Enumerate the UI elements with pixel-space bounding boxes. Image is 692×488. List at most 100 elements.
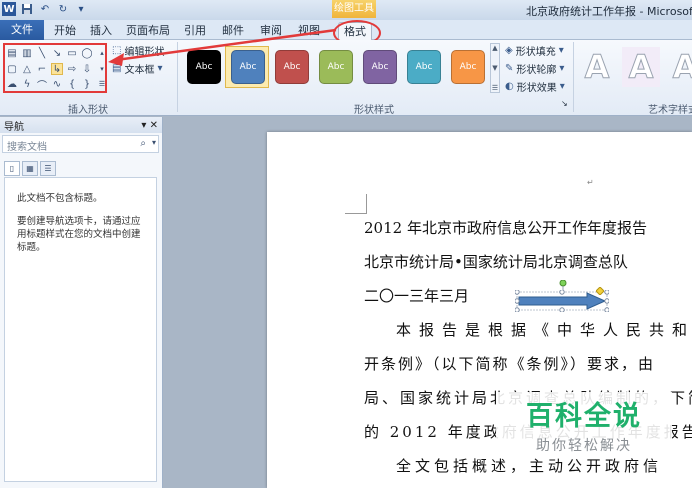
left-brace-shape-icon[interactable]: { [66,78,78,90]
swatch-text: Abc [415,62,433,72]
tab-page-layout[interactable]: 页面布局 [126,22,170,40]
chevron-down-icon[interactable]: ▾ [141,120,146,131]
group-divider [177,42,178,112]
oval-shape-icon[interactable]: ◯ [81,47,93,59]
tab-home[interactable]: 开始 [52,22,78,40]
gallery-more-icon[interactable]: ☰ [96,78,108,90]
swatch-text: Abc [239,62,257,72]
style-swatch-black[interactable]: Abc [187,50,221,84]
doc-author-line[interactable]: 北京市统计局•国家统计局北京调查总队 [364,251,628,272]
nav-search-input[interactable]: 搜索文档 ⌕ ▾ [2,135,159,153]
inserted-arrow-shape[interactable] [515,290,609,312]
doc-body-line[interactable]: 开条例》（以下简称《条例》）要求，由 [364,353,655,374]
tab-insert[interactable]: 插入 [88,22,114,40]
shape-effects-button[interactable]: ◐ 形状效果 ▾ [505,79,565,94]
chevron-down-icon: ▾ [559,63,565,74]
nav-title: 导航 [4,121,24,133]
doc-date-line[interactable]: 二〇一三年三月 [364,285,469,306]
more-icon[interactable]: ☰ [492,84,498,92]
scroll-down-icon[interactable]: ▼ [492,64,497,72]
customize-icon[interactable]: ▾ [74,2,88,16]
group-divider [573,42,574,112]
shape-styles-launcher-icon[interactable]: ↘ [561,99,568,108]
pages-view-tab[interactable]: ▦ [22,161,38,176]
swatch-text: Abc [283,62,301,72]
tab-view[interactable]: 视图 [296,22,322,40]
search-icon[interactable]: ⌕ [140,138,146,149]
chevron-down-icon: ▾ [559,81,565,92]
wordart-group-label: 艺术字样式 [648,105,692,116]
tab-references[interactable]: 引用 [182,22,208,40]
word-app-icon[interactable]: W [2,2,16,16]
shape-outline-button[interactable]: ✎ 形状轮廓 ▾ [505,61,564,76]
doc-title-line[interactable]: 2012 年北京市政府信息公开工作年度报告 [364,217,647,238]
freeform-shape-icon[interactable]: ∿ [51,78,63,90]
down-arrow-shape-icon[interactable]: ⇩ [81,63,93,75]
results-view-tab[interactable]: ☰ [40,161,56,176]
line-shape-icon[interactable]: ╲ [36,47,48,59]
style-swatch-teal[interactable]: Abc [407,50,441,84]
close-icon[interactable]: ✕ [150,120,158,131]
rectangle-shape-icon[interactable]: ▭ [66,47,78,59]
drawing-tools-label: 绘图工具 [332,0,376,18]
paint-bucket-icon: ◈ [505,45,513,56]
ribbon: ▤ ▥ ╲ ↘ ▭ ◯ ▢ △ ⌐ ↳ ⇨ ⇩ ☁ ϟ ⌒ ∿ { } ▴ ▾ … [0,40,692,116]
adjust-handle-icon[interactable] [596,287,604,295]
gallery-down-icon[interactable]: ▾ [96,63,108,75]
nav-header: 导航 ▾ ✕ [0,117,162,133]
styles-gallery-scroll[interactable]: ▲ ▼ ☰ [490,43,500,93]
shape-fill-button[interactable]: ◈ 形状填充 ▾ [505,43,564,58]
wordart-style-1[interactable]: A [578,47,616,87]
headings-view-tab[interactable]: ▯ [4,161,20,176]
tab-mailings[interactable]: 邮件 [220,22,246,40]
wordart-style-3[interactable]: A [666,47,692,87]
rounded-rect-shape-icon[interactable]: ▢ [6,63,18,75]
nav-message-no-headings: 此文档不包含标题。 [17,193,103,204]
tab-file[interactable]: 文件 [0,20,44,40]
shape-outline-label: 形状轮廓 [516,65,557,76]
tab-format[interactable]: 格式 [333,20,381,46]
swatch-text: Abc [459,62,477,72]
swatch-text: Abc [195,62,213,72]
chevron-down-icon[interactable]: ▾ [152,138,156,147]
doc-body-line[interactable]: 全文包括概述，主动公开政府信 [396,455,662,476]
elbow-arrow-shape-icon[interactable]: ↳ [51,63,63,75]
edit-shape-button[interactable]: ⬚ 编辑形状 [112,43,164,58]
tab-review[interactable]: 审阅 [258,22,284,40]
wordart-style-2[interactable]: A [622,47,660,87]
triangle-shape-icon[interactable]: △ [21,63,33,75]
document-area[interactable]: ↵ 2012 年北京市政府信息公开工作年度报告 北京市统计局•国家统计局北京调查… [164,117,692,488]
undo-icon[interactable]: ↶ [38,2,52,16]
nav-view-tabs: ▯ ▦ ☰ [4,161,56,176]
rotate-handle-icon[interactable] [559,280,567,290]
watermark: 百科全说 助你轻松解决 [496,392,672,456]
style-swatch-red[interactable]: Abc [275,50,309,84]
gallery-up-icon[interactable]: ▴ [96,47,108,59]
right-arrow-shape-icon[interactable]: ⇨ [66,63,78,75]
doc-body-line[interactable]: 本报告是根据《中华人民共和国 [396,319,692,340]
redo-icon[interactable]: ↻ [56,2,70,16]
vertical-textbox-shape-icon[interactable]: ▥ [21,47,33,59]
style-swatch-orange[interactable]: Abc [451,50,485,84]
text-box-button[interactable]: ▤ 文本框 ▾ [112,61,162,76]
shapes-gallery[interactable]: ▤ ▥ ╲ ↘ ▭ ◯ ▢ △ ⌐ ↳ ⇨ ⇩ ☁ ϟ ⌒ ∿ { } ▴ ▾ … [3,43,107,93]
elbow-connector-shape-icon[interactable]: ⌐ [36,63,48,75]
shape-fill-label: 形状填充 [515,47,556,58]
style-swatch-green[interactable]: Abc [319,50,353,84]
scroll-up-icon[interactable]: ▲ [492,44,497,52]
text-box-label: 文本框 [124,65,155,76]
style-swatch-blue[interactable]: Abc [231,50,265,84]
curve-shape-icon[interactable]: ⌒ [36,78,48,92]
right-brace-shape-icon[interactable]: } [81,78,93,90]
effects-icon: ◐ [505,81,514,92]
cloud-shape-icon[interactable]: ☁ [6,78,18,90]
swatch-text: Abc [371,62,389,72]
watermark-subtitle: 助你轻松解决 [536,437,632,454]
style-swatch-purple[interactable]: Abc [363,50,397,84]
lightning-shape-icon[interactable]: ϟ [21,78,33,90]
arrow-line-shape-icon[interactable]: ↘ [51,47,63,59]
textbox-shape-icon[interactable]: ▤ [6,47,18,59]
insert-shapes-group-label: 插入形状 [68,105,108,116]
navigation-pane: 导航 ▾ ✕ 搜索文档 ⌕ ▾ ▯ ▦ ☰ 此文档不包含标题。 要创建导航选项卡… [0,117,163,488]
save-icon[interactable] [20,2,34,16]
